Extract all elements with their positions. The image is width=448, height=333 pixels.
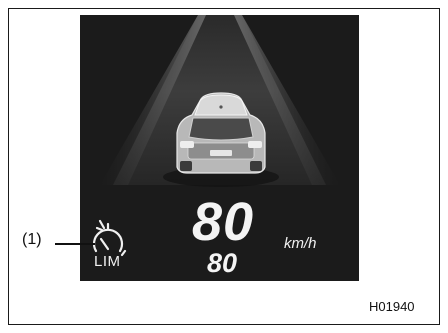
current-speed: 80 xyxy=(191,192,255,252)
callout-leader-line xyxy=(55,243,95,245)
limiter-label: LIM xyxy=(94,253,121,270)
head-up-display: 80 80 km/h LIM xyxy=(80,15,359,281)
figure-code: H01940 xyxy=(369,299,415,314)
speed-unit: km/h xyxy=(284,235,317,252)
callout-label: (1) xyxy=(22,231,42,248)
speed-limit-setting: 80 xyxy=(206,248,238,278)
speedometer-limiter-icon xyxy=(92,219,127,257)
